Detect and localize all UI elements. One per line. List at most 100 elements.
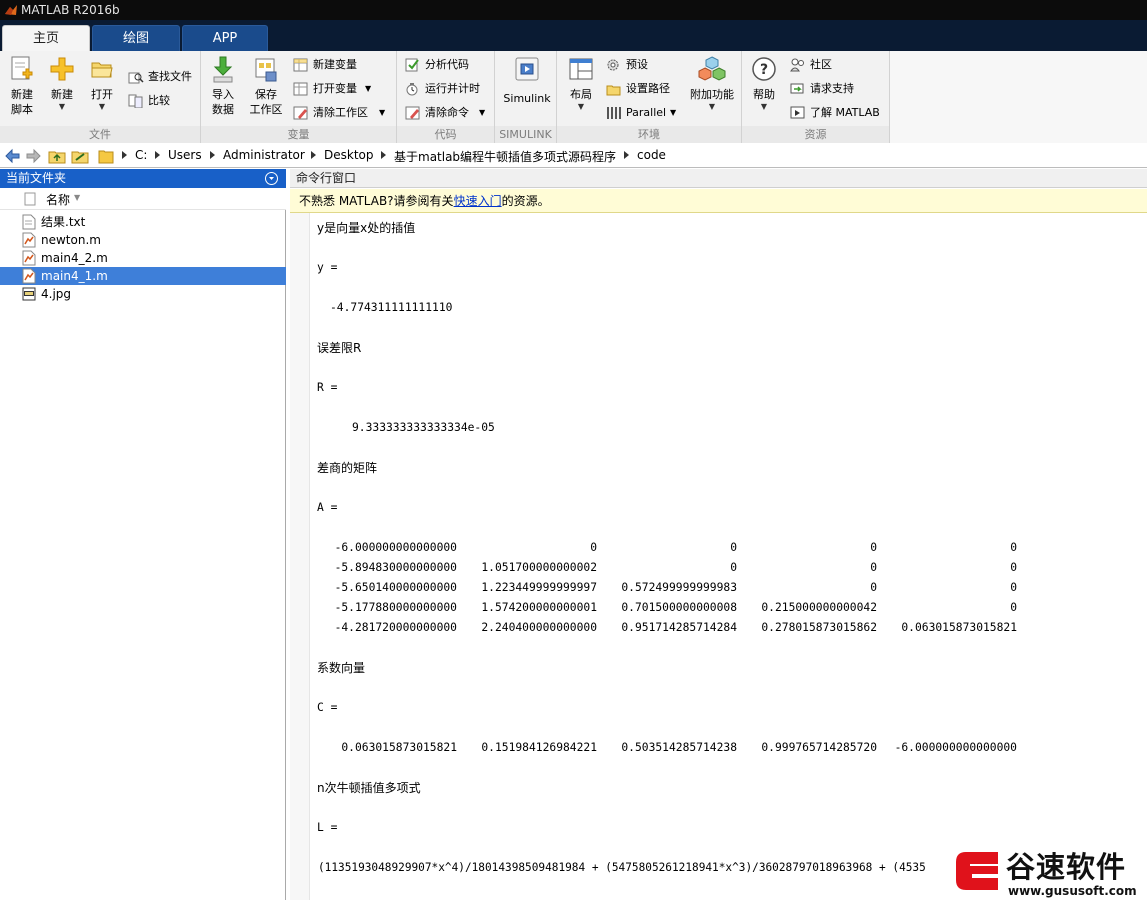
vector-c-cell: 0.151984126984221 (481, 741, 597, 754)
matrix-a-cell: 0 (870, 561, 877, 574)
panel-menu-icon[interactable] (265, 172, 278, 185)
layout-button[interactable]: 布局 ▼ (563, 55, 599, 112)
save-workspace-button[interactable]: 保存 工作区 (247, 55, 285, 117)
forward-arrow-icon[interactable] (26, 148, 42, 164)
tab-apps[interactable]: APP (182, 25, 268, 51)
matrix-a-cell: 0 (1010, 581, 1017, 594)
vector-c-cell: 0.999765714285720 (761, 741, 877, 754)
ribbon-tab-bar: 主页 绘图 APP (0, 20, 1147, 51)
new-variable-label: 新建变量 (313, 58, 357, 71)
sort-dropdown-icon[interactable]: ▼ (74, 193, 80, 202)
simulink-button[interactable]: Simulink (503, 55, 551, 106)
matrix-a-cell: 0.278015873015862 (761, 621, 877, 634)
window-title: MATLAB R2016b (21, 3, 120, 17)
clear-workspace-dropdown-icon[interactable]: ▼ (379, 103, 385, 123)
tab-home[interactable]: 主页 (2, 25, 90, 51)
parallel-icon (607, 107, 621, 119)
command-window-panel: 命令行窗口 不熟悉 MATLAB?请参阅有关快速入门的资源。 y是向量x处的插值… (290, 169, 1147, 900)
txt-file-icon (22, 214, 36, 230)
matrix-a-cell: -5.177880000000000 (334, 601, 457, 614)
breadcrumb-item-desktop[interactable]: Desktop (324, 148, 374, 162)
file-name: main4_2.m (41, 251, 108, 265)
help-button[interactable]: ? 帮助 ▼ (746, 55, 782, 112)
open-dropdown-icon[interactable]: ▼ (84, 102, 120, 112)
ribbon-empty-area (890, 51, 1147, 143)
support-icon (790, 83, 804, 94)
addons-button[interactable]: 附加功能 ▼ (689, 55, 735, 112)
vector-c-cell: 0.063015873015821 (341, 741, 457, 754)
layout-dropdown-icon[interactable]: ▼ (563, 102, 599, 112)
breadcrumb-item-code[interactable]: code (637, 148, 666, 162)
new-dropdown-icon[interactable]: ▼ (44, 102, 80, 112)
new-script-icon (11, 56, 33, 80)
parallel-dropdown-icon[interactable]: ▼ (670, 103, 676, 123)
file-row[interactable]: newton.m (0, 231, 286, 249)
jpg-file-icon (22, 287, 36, 301)
back-arrow-icon[interactable] (4, 148, 20, 164)
command-output-area[interactable]: y是向量x处的插值 y = -4.774311111111110 误差限R R … (290, 213, 1147, 900)
file-name: 4.jpg (41, 287, 72, 301)
quick-start-link[interactable]: 快速入门 (454, 194, 502, 208)
simulink-icon (515, 57, 539, 81)
matrix-a-cell: -5.650140000000000 (334, 581, 457, 594)
breadcrumb-separator-icon (210, 151, 215, 159)
matrix-a-cell: 0 (870, 541, 877, 554)
new-button[interactable]: 新建 ▼ (44, 55, 80, 112)
layout-label: 布局 (570, 88, 592, 101)
run-and-time-icon (406, 83, 418, 96)
matrix-a-cell: 1.051700000000002 (481, 561, 597, 574)
name-column-label: 名称 (46, 193, 71, 207)
m-file-icon (22, 250, 36, 266)
clear-commands-icon (405, 106, 420, 120)
watermark: 谷速软件 www.gususoft.com (948, 838, 1147, 900)
matrix-a-cell: 0 (590, 541, 597, 554)
find-files-label: 查找文件 (148, 70, 192, 83)
simulink-section-label: SIMULINK (495, 126, 556, 143)
file-row[interactable]: main4_2.m (0, 249, 286, 267)
breadcrumb-item-administrator[interactable]: Administrator (223, 148, 305, 162)
current-folder-header: 当前文件夹 (0, 169, 286, 188)
ribbon-section-variable: 导入 数据 保存 工作区 新建变量 打开变量 ▼ 清除工作区 ▼ 变量 (201, 51, 397, 143)
layout-icon (569, 58, 593, 80)
output-desc-l: n次牛顿插值多项式 (317, 781, 421, 795)
save-workspace-icon (255, 58, 277, 82)
addons-dropdown-icon[interactable]: ▼ (689, 102, 735, 112)
svg-text:?: ? (760, 62, 768, 78)
file-name: main4_1.m (41, 269, 108, 283)
breadcrumb-item-users[interactable]: Users (168, 148, 202, 162)
browse-folder-icon[interactable] (71, 148, 89, 164)
up-folder-icon[interactable] (48, 148, 66, 164)
resources-section-label: 资源 (742, 126, 889, 143)
tab-plots[interactable]: 绘图 (92, 25, 180, 51)
clear-commands-dropdown-icon[interactable]: ▼ (479, 103, 485, 123)
import-data-button[interactable]: 导入 数据 (205, 55, 241, 117)
new-plus-icon (50, 57, 74, 81)
file-row[interactable]: 结果.txt (0, 213, 286, 231)
ribbon-section-file: 新建 脚本 新建 ▼ 打开 ▼ 查找文件 比较 文件 (0, 51, 201, 143)
new-script-button[interactable]: 新建 脚本 (4, 55, 40, 117)
help-dropdown-icon[interactable]: ▼ (746, 102, 782, 112)
file-list-column-header[interactable]: 名称 ▼ (0, 188, 286, 210)
current-folder-panel: 当前文件夹 名称 ▼ 结果.txt newton.m main4_2.m mai… (0, 169, 286, 900)
output-label-a: A = (317, 501, 338, 514)
open-label: 打开 (91, 88, 113, 101)
gear-icon (607, 59, 619, 71)
community-label: 社区 (810, 58, 832, 71)
file-row-selected[interactable]: main4_1.m (0, 267, 286, 285)
address-bar: C: Users Administrator Desktop 基于matlab编… (0, 144, 1147, 168)
compare-icon (128, 94, 143, 108)
import-label-2: 数据 (212, 103, 234, 116)
addons-cubes-icon (698, 56, 726, 81)
file-row[interactable]: 4.jpg (0, 285, 286, 303)
open-button[interactable]: 打开 ▼ (84, 55, 120, 112)
learn-matlab-label: 了解 MATLAB (810, 106, 880, 119)
folder-icon (98, 150, 114, 164)
analyze-code-icon (405, 58, 419, 72)
open-variable-dropdown-icon[interactable]: ▼ (365, 79, 371, 99)
new-script-label-2: 脚本 (11, 103, 33, 116)
output-value-r: 9.333333333333334e-05 (352, 421, 495, 434)
breadcrumb-item-project[interactable]: 基于matlab编程牛顿插值多项式源码程序 (394, 148, 616, 165)
breadcrumb-item-c[interactable]: C: (135, 148, 147, 162)
matrix-a-cell: 0 (730, 541, 737, 554)
environment-section-label: 环境 (557, 126, 741, 143)
